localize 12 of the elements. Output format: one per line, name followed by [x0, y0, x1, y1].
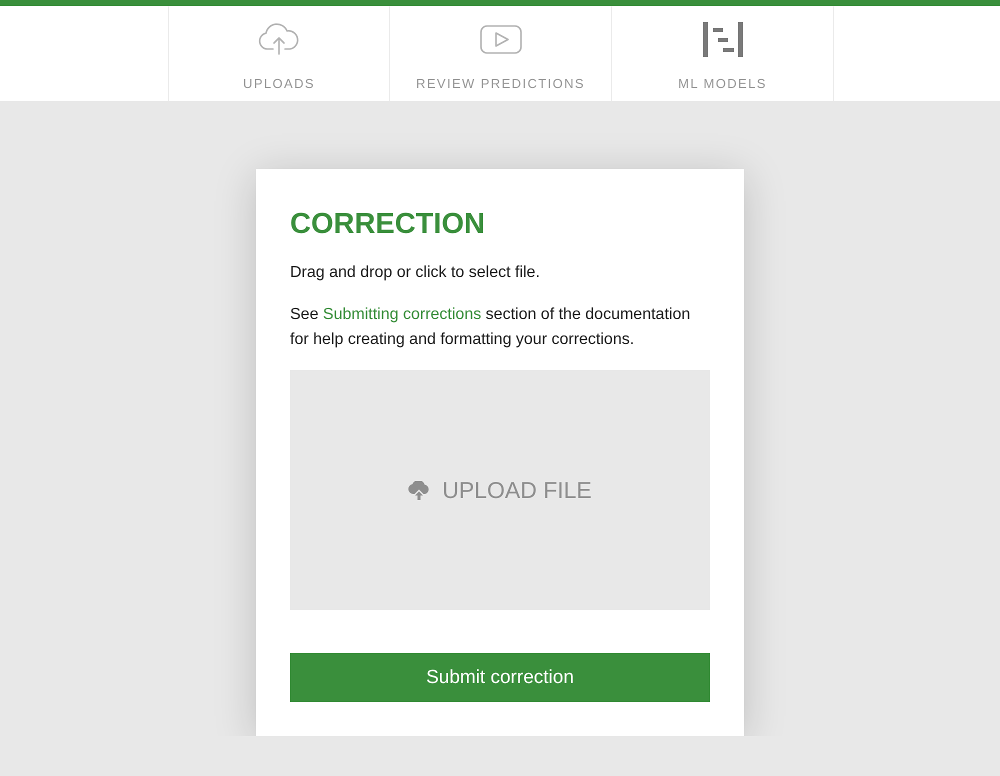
- file-drop-zone[interactable]: UPLOAD FILE: [290, 370, 710, 610]
- instruction-text: Drag and drop or click to select file.: [290, 263, 541, 283]
- card-title: CORRECTION: [290, 207, 486, 242]
- submit-button[interactable]: Submit correction: [290, 653, 710, 702]
- documentation-link[interactable]: Submitting corrections: [322, 306, 482, 323]
- nav-tab[interactable]: UPLOADS: [168, 6, 390, 101]
- cloud-upload-icon: [257, 23, 301, 55]
- upload-file-label: UPLOAD FILE: [442, 476, 592, 504]
- cloud-upload-icon: [408, 480, 430, 500]
- help-text: See Submitting corrections section of the documentation for help creating and formatting your corrections.: [290, 305, 692, 350]
- play-icon: [480, 24, 522, 54]
- bars-icon: [702, 22, 742, 56]
